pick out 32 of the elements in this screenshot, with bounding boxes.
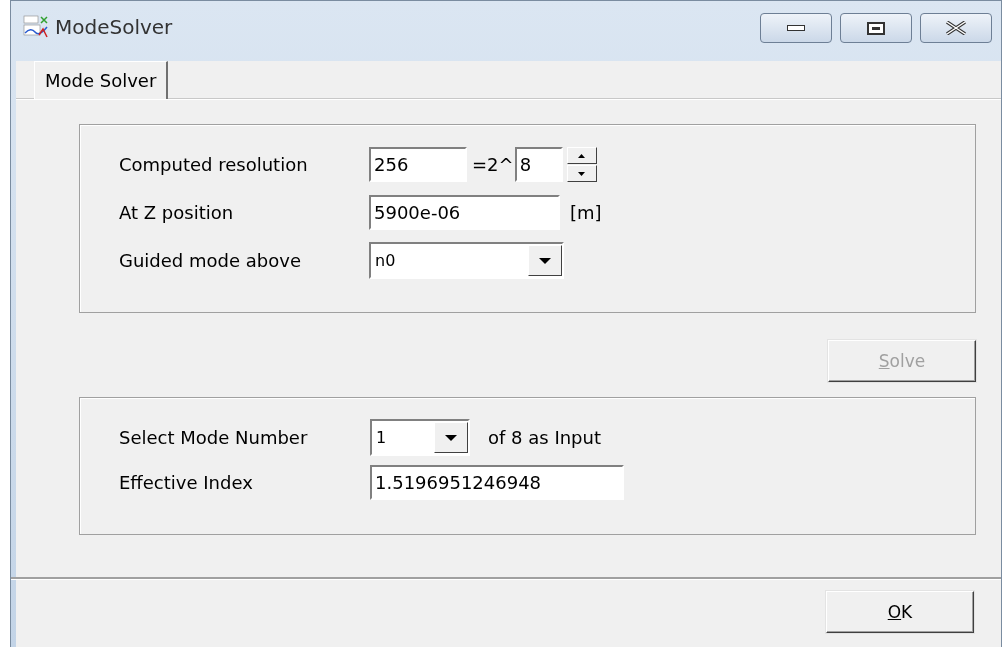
close-button[interactable] xyxy=(920,13,992,43)
exponent-field[interactable]: 8 xyxy=(514,147,563,182)
mode-number-dropdown[interactable]: 1 xyxy=(370,419,470,456)
effective-index-field[interactable]: 1.5196951246948 xyxy=(370,465,624,500)
window-title: ModeSolver xyxy=(55,15,173,39)
minimize-icon xyxy=(787,25,805,31)
dropdown-button[interactable] xyxy=(528,245,562,276)
unit-label: [m] xyxy=(570,202,602,223)
dropdown-button[interactable] xyxy=(434,422,468,453)
minimize-button[interactable] xyxy=(760,13,832,43)
z-position-field[interactable]: 5900e-06 xyxy=(369,195,560,230)
caret-icon xyxy=(539,257,551,264)
spin-up-button[interactable] xyxy=(566,147,597,164)
down-arrow-icon xyxy=(578,171,586,176)
up-arrow-icon xyxy=(578,153,586,158)
field-label: At Z position xyxy=(119,202,235,223)
resolution-field[interactable]: 256 xyxy=(369,147,467,182)
ok-button[interactable]: OK xyxy=(826,591,974,633)
app-icon xyxy=(23,15,49,39)
guided-mode-dropdown[interactable]: n0 xyxy=(369,242,564,279)
field-label: Computed resolution xyxy=(119,154,309,175)
field-label: Guided mode above xyxy=(119,250,302,271)
spin-down-button[interactable] xyxy=(566,165,597,182)
mode-count-label: of 8 as Input xyxy=(488,427,601,448)
field-label: Select Mode Number xyxy=(119,427,309,448)
tab[interactable]: Mode Solver xyxy=(34,61,169,99)
power-label: =2^ xyxy=(472,154,514,175)
caret-icon xyxy=(445,434,457,441)
field-label: Effective Index xyxy=(119,472,254,493)
maximize-button[interactable] xyxy=(840,13,912,43)
maximize-icon xyxy=(867,21,885,35)
close-icon xyxy=(945,21,967,35)
